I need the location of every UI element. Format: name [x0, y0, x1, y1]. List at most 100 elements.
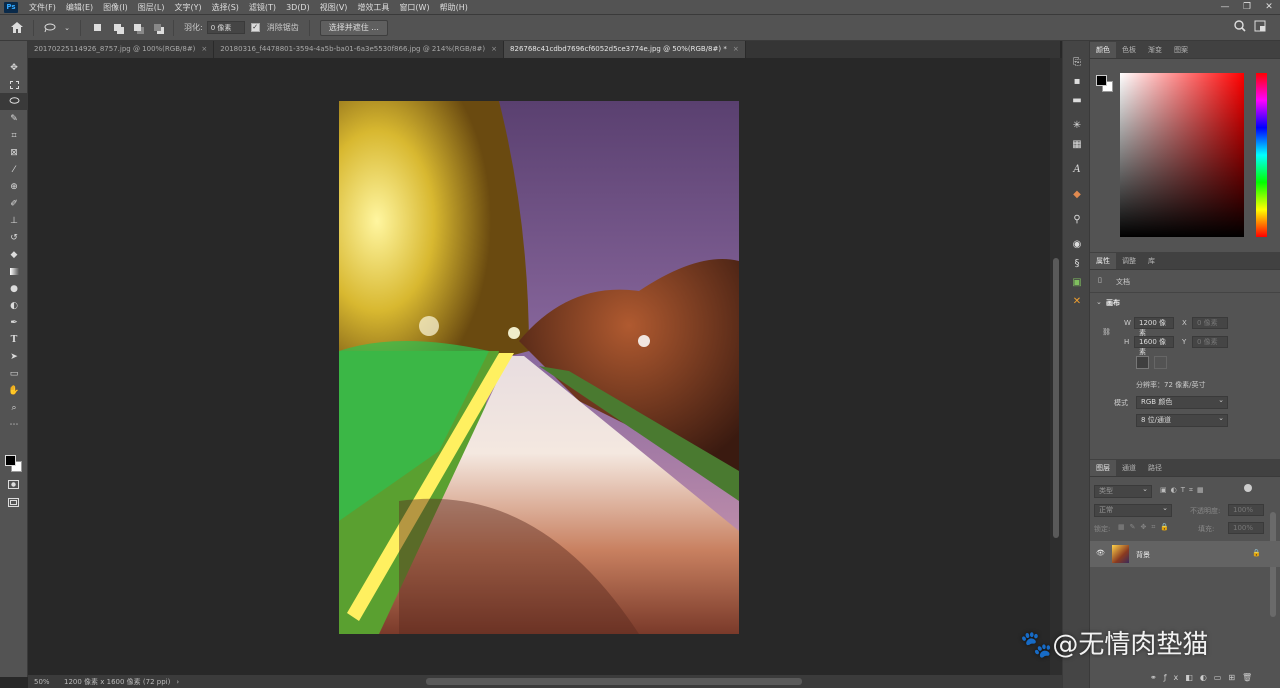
home-icon[interactable] — [10, 21, 24, 35]
x-input[interactable]: 0 像素 — [1192, 317, 1228, 329]
tab-close-icon[interactable]: × — [201, 45, 207, 53]
intersect-selection-icon[interactable] — [150, 21, 164, 35]
layer-footer-icons[interactable]: ⚭ƒx◧◐▭⊞🗑 — [1150, 673, 1259, 682]
new-selection-icon[interactable] — [90, 21, 104, 35]
pen-tool-icon[interactable]: ✒ — [0, 314, 28, 331]
character-icon[interactable]: A — [1063, 160, 1091, 179]
tab-properties[interactable]: 属性 — [1090, 253, 1116, 269]
frame-tool-icon[interactable]: ⊠ — [0, 144, 28, 161]
tab-paths[interactable]: 路径 — [1142, 460, 1168, 476]
tab-close-icon[interactable]: × — [491, 45, 497, 53]
canvas-vertical-scrollbar[interactable] — [1050, 58, 1062, 675]
comments-icon[interactable]: ▬ — [1063, 91, 1091, 110]
opacity-input[interactable]: 100% — [1228, 504, 1264, 516]
lock-icons[interactable]: ▦✎✥⌗🔒 — [1118, 523, 1174, 532]
lasso-tool-icon[interactable] — [43, 21, 57, 35]
chevron-down-icon[interactable]: ⌄ — [63, 21, 71, 35]
y-input[interactable]: 0 像素 — [1192, 336, 1228, 348]
screen-mode-icon[interactable] — [8, 498, 19, 509]
blend-mode-select[interactable]: 正常 — [1094, 503, 1172, 517]
healing-brush-icon[interactable]: ⊕ — [0, 178, 28, 195]
link-icon[interactable]: ⛓ — [1102, 328, 1111, 336]
menu-edit[interactable]: 编辑(E) — [61, 2, 98, 13]
antialias-checkbox[interactable]: ✓ — [250, 23, 260, 32]
styles-icon[interactable]: § — [1063, 254, 1091, 273]
portrait-orientation-icon[interactable] — [1136, 356, 1149, 369]
stamp-tool-icon[interactable]: ⊥ — [0, 212, 28, 229]
plugin-icon[interactable]: ▣ — [1063, 273, 1091, 292]
canvas-collapse-icon[interactable]: ⌄ — [1096, 298, 1102, 306]
swatches-icon[interactable]: ◆ — [1063, 185, 1091, 204]
eraser-tool-icon[interactable]: ◆ — [0, 246, 28, 263]
scrollbar-thumb[interactable] — [1053, 258, 1059, 538]
quick-mask-icon[interactable] — [8, 480, 19, 491]
layer-filter-select[interactable]: 类型 — [1094, 484, 1152, 498]
lasso-tool-icon[interactable] — [0, 93, 28, 110]
canvas-horizontal-scrollbar[interactable] — [426, 678, 802, 685]
tab-document-1[interactable]: 20170225114926_8757.jpg @ 100%(RGB/8#) × — [28, 41, 215, 58]
path-select-tool-icon[interactable]: ➤ — [0, 348, 28, 365]
menu-select[interactable]: 选择(S) — [207, 2, 244, 13]
layer-name[interactable]: 背景 — [1136, 550, 1150, 560]
menu-filter[interactable]: 滤镜(T) — [244, 2, 281, 13]
feather-input[interactable]: 0 像素 — [206, 21, 245, 34]
menu-plugins[interactable]: 增效工具 — [352, 2, 394, 13]
tab-libraries[interactable]: 库 — [1142, 253, 1161, 269]
gradient-tool-icon[interactable] — [0, 263, 28, 280]
adjustments-icon[interactable]: ✳ — [1063, 116, 1091, 135]
tools-x-icon[interactable]: ✕ — [1063, 292, 1091, 311]
close-button[interactable]: ✕ — [1258, 0, 1280, 15]
tab-patterns[interactable]: 图案 — [1168, 42, 1194, 58]
history-icon[interactable]: ⎘ — [1063, 53, 1091, 72]
restore-button[interactable]: ❐ — [1236, 0, 1258, 15]
hand-tool-icon[interactable]: ✋ — [0, 382, 28, 399]
quick-select-tool-icon[interactable]: ✎ — [0, 110, 28, 127]
status-arrow-icon[interactable]: › — [176, 678, 179, 686]
rectangle-tool-icon[interactable]: ▭ — [0, 365, 28, 382]
width-input[interactable]: 1200 像素 — [1134, 317, 1174, 337]
tab-adjustments[interactable]: 调整 — [1116, 253, 1142, 269]
menu-view[interactable]: 视图(V) — [315, 2, 353, 13]
filter-toggle-icon[interactable] — [1244, 484, 1252, 492]
select-and-mask-button[interactable]: 选择并遮住 ... — [319, 19, 388, 36]
camera-icon[interactable]: ◉ — [1063, 235, 1091, 254]
hue-slider[interactable] — [1256, 73, 1267, 237]
mode-select[interactable]: RGB 颜色 — [1136, 395, 1228, 409]
tab-close-icon[interactable]: × — [733, 45, 739, 53]
history-brush-icon[interactable]: ↺ — [0, 229, 28, 246]
color-picker-field[interactable] — [1120, 73, 1244, 237]
fg-bg-colors[interactable] — [5, 455, 23, 473]
bit-depth-select[interactable]: 8 位/通道 — [1136, 413, 1228, 427]
more-tools-icon[interactable]: ⋯ — [0, 416, 28, 433]
tab-document-3[interactable]: 826768c41cdbd7696cf6052d5ce3774e.jpg @ 5… — [504, 41, 746, 58]
brush-settings-icon[interactable]: ▦ — [1063, 135, 1091, 154]
layer-filter-icons[interactable]: ▣◐T⌗▦ — [1160, 486, 1208, 495]
tab-channels[interactable]: 通道 — [1116, 460, 1142, 476]
brush-tool-icon[interactable]: ✐ — [0, 195, 28, 212]
tab-layers[interactable]: 图层 — [1090, 460, 1116, 476]
minimize-button[interactable]: — — [1214, 0, 1236, 15]
tab-gradients[interactable]: 渐变 — [1142, 42, 1168, 58]
height-input[interactable]: 1600 像素 — [1134, 336, 1174, 356]
subtract-selection-icon[interactable] — [130, 21, 144, 35]
menu-type[interactable]: 文字(Y) — [169, 2, 206, 13]
foreground-color-swatch[interactable] — [5, 455, 16, 466]
document-image[interactable] — [339, 101, 739, 634]
type-tool-icon[interactable]: T — [0, 331, 28, 348]
blur-tool-icon[interactable]: ● — [0, 280, 28, 297]
actions-icon[interactable]: ⚲ — [1063, 210, 1091, 229]
marquee-tool-icon[interactable] — [0, 76, 28, 93]
dodge-tool-icon[interactable]: ◐ — [0, 297, 28, 314]
foreground-color-swatch[interactable] — [1096, 75, 1107, 86]
menu-3d[interactable]: 3D(D) — [281, 3, 315, 12]
fill-input[interactable]: 100% — [1228, 522, 1264, 534]
menu-image[interactable]: 图像(I) — [98, 2, 133, 13]
menu-help[interactable]: 帮助(H) — [435, 2, 473, 13]
eyedropper-tool-icon[interactable]: ⁄ — [0, 161, 28, 178]
workspace-icon[interactable] — [1254, 20, 1266, 34]
tab-color[interactable]: 颜色 — [1090, 42, 1116, 58]
learn-icon[interactable]: ▪ — [1063, 72, 1091, 91]
zoom-level[interactable]: 50% — [28, 678, 58, 686]
visibility-eye-icon[interactable]: 👁 — [1096, 549, 1105, 557]
tab-swatches[interactable]: 色板 — [1116, 42, 1142, 58]
